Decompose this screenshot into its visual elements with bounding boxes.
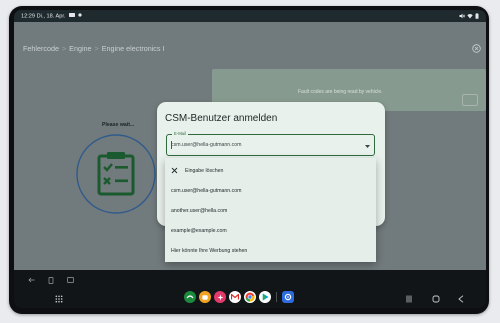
messages-app-icon[interactable] <box>199 291 211 303</box>
please-wait-text: Please wait... <box>102 122 135 128</box>
dock-separator <box>276 292 277 302</box>
rotate-icon[interactable] <box>48 277 54 284</box>
close-icon[interactable] <box>472 44 481 53</box>
breadcrumb-separator: > <box>61 44 67 53</box>
dropdown-item-label: csm.user@hella-gutmann.com <box>171 188 242 194</box>
status-date: Di., 18. Apr. <box>36 13 66 20</box>
fault-banner-text: Fault codes are being read by vehicle. <box>298 89 383 95</box>
tablet-screen: 12:29 Di., 18. Apr. Fehlercode > Engine > En… <box>14 10 486 308</box>
dropdown-item-label: example@example.com <box>171 228 227 234</box>
dropdown-item[interactable]: csm.user@hella-gutmann.com <box>165 181 376 201</box>
location-icon <box>78 13 82 17</box>
phone-app-icon[interactable] <box>184 291 196 303</box>
dropdown-item-clear[interactable]: Eingabe löschen <box>165 161 376 181</box>
email-field-value: csm.user@hella-gutmann.com <box>171 142 242 148</box>
clipboard-checklist-icon <box>97 152 135 196</box>
breadcrumb-item-fehlercode[interactable]: Fehlercode <box>23 44 59 53</box>
notification-icon <box>69 13 76 17</box>
back-small-icon[interactable] <box>28 277 35 283</box>
dropdown-item-label: Hier könnte Ihre Werbung stehen <box>171 248 248 254</box>
system-taskbar <box>14 270 486 308</box>
app-dock <box>184 291 294 303</box>
back-icon[interactable] <box>458 295 464 303</box>
dropdown-arrow-icon[interactable] <box>365 145 370 148</box>
progress-ring <box>76 134 156 214</box>
recent-apps-icon[interactable] <box>406 295 412 303</box>
dropdown-item-label: Eingabe löschen <box>185 168 224 174</box>
window-icon[interactable] <box>67 277 74 283</box>
fault-banner-button[interactable] <box>462 94 478 106</box>
email-field[interactable]: E-Mail csm.user@hella-gutmann.com <box>166 131 375 156</box>
app-drawer-icon[interactable] <box>55 295 63 303</box>
status-icons <box>459 12 479 19</box>
gmail-app-icon[interactable] <box>229 291 241 303</box>
dialog-title: CSM-Benutzer anmelden <box>165 113 278 124</box>
settings-app-icon[interactable] <box>282 291 294 303</box>
dropdown-item-label: another.user@hella.com <box>171 208 228 214</box>
dropdown-item[interactable]: another.user@hella.com <box>165 201 376 221</box>
clear-icon <box>171 167 178 173</box>
email-dropdown: Eingabe löschen csm.user@hella-gutmann.c… <box>165 158 376 262</box>
dropdown-item[interactable]: Hier könnte Ihre Werbung stehen <box>165 241 376 261</box>
play-store-app-icon[interactable] <box>259 291 271 303</box>
chrome-app-icon[interactable] <box>244 291 256 303</box>
breadcrumb-item-engine-electronics[interactable]: Engine electronics I <box>102 44 165 53</box>
email-field-label: E-Mail <box>172 131 188 136</box>
status-bar: 12:29 Di., 18. Apr. <box>14 10 486 22</box>
breadcrumb-item-engine[interactable]: Engine <box>69 44 91 53</box>
breadcrumb: Fehlercode > Engine > Engine electronics I <box>23 44 165 53</box>
gallery-app-icon[interactable] <box>214 291 226 303</box>
dropdown-item[interactable]: example@example.com <box>165 221 376 241</box>
mute-icon <box>459 13 465 18</box>
status-clock: 12:29 Di., 18. Apr. <box>21 13 82 20</box>
breadcrumb-separator: > <box>94 44 99 53</box>
status-time: 12:29 <box>21 13 35 20</box>
wifi-icon <box>467 13 473 18</box>
home-icon[interactable] <box>432 295 440 303</box>
battery-icon <box>475 12 479 19</box>
